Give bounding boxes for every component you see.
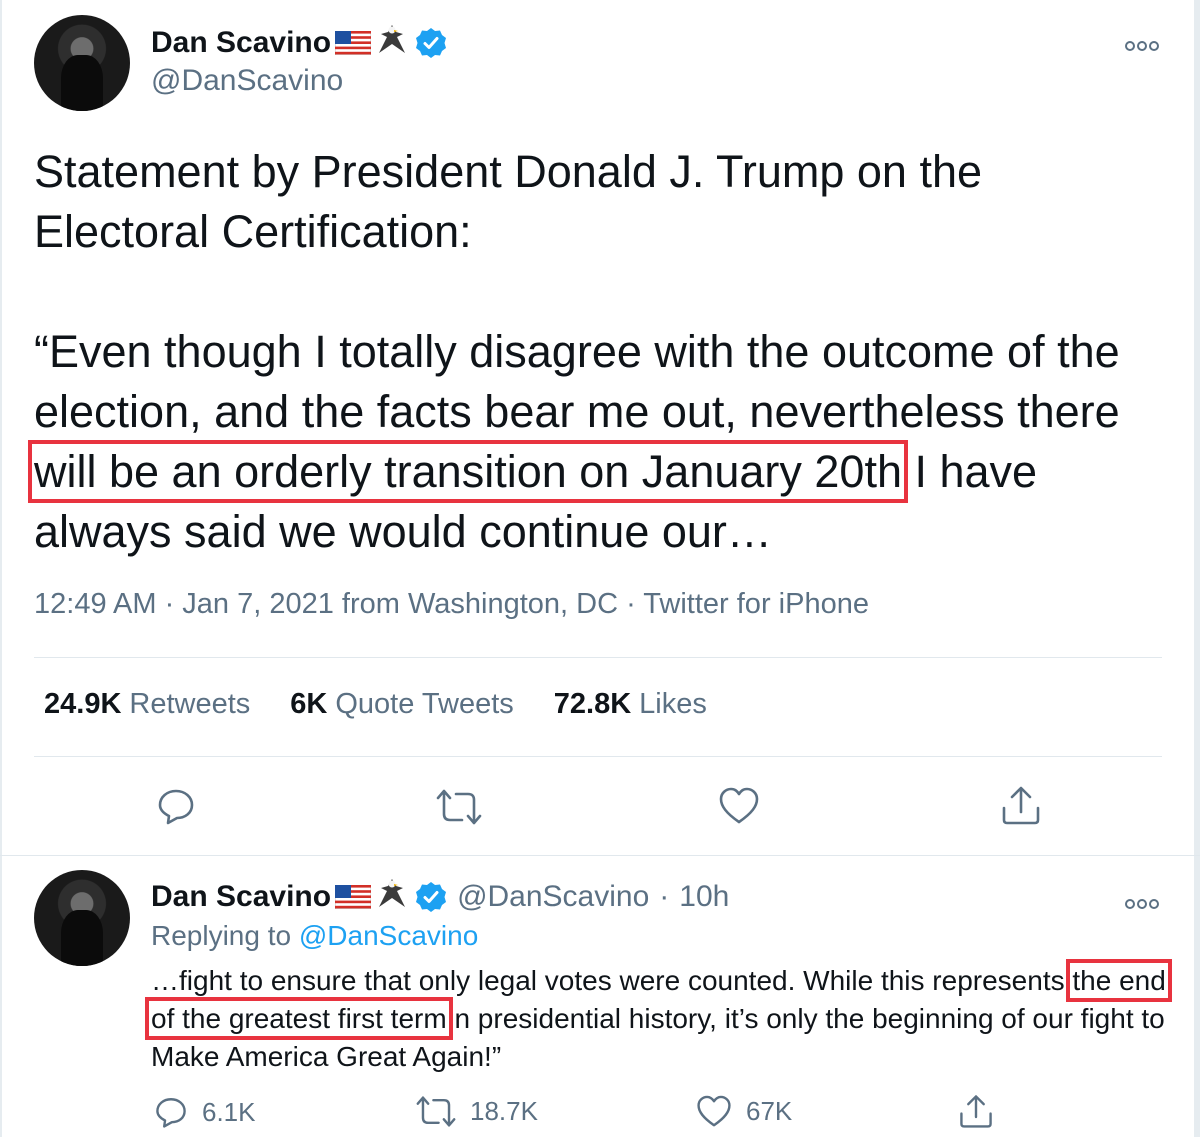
reply-text-part1: …fight to ensure that only legal votes w… — [151, 965, 1073, 996]
avatar[interactable] — [34, 15, 130, 111]
retweets-stat[interactable]: 24.9K Retweets — [44, 688, 250, 721]
verified-badge-icon — [415, 881, 447, 913]
reply-like-action[interactable]: 67K — [696, 1095, 792, 1128]
quote-tweets-label: Quote Tweets — [335, 688, 514, 720]
highlighted-phrase: will be an orderly transition on January… — [28, 440, 908, 503]
divider — [34, 756, 1162, 757]
more-options-icon[interactable] — [1124, 28, 1160, 59]
more-options-icon[interactable] — [1124, 886, 1160, 917]
tweet-text-part1: Statement by President Donald J. Trump o… — [34, 146, 1120, 437]
retweets-count: 24.9K — [44, 688, 122, 720]
retweet-icon — [416, 1096, 456, 1127]
likes-label: Likes — [639, 688, 707, 720]
reply-comment-action[interactable]: 6.1K — [154, 1095, 256, 1129]
us-flag-emoji — [334, 884, 372, 909]
quote-tweets-stat[interactable]: 6K Quote Tweets — [290, 688, 513, 721]
left-edge — [0, 0, 2, 1137]
avatar[interactable] — [34, 870, 130, 966]
retweet-icon[interactable] — [436, 788, 482, 826]
reply-share-action[interactable] — [958, 1093, 994, 1129]
share-icon[interactable] — [1000, 784, 1042, 826]
replying-to: Replying to @DanScavino — [151, 920, 478, 952]
replying-prefix: Replying to — [151, 920, 292, 951]
reply-header[interactable]: Dan Scavino @DanScavino · 10h — [151, 876, 729, 917]
replies-count: 6.1K — [202, 1096, 256, 1127]
tweet-timestamp[interactable]: 12:49 AM · Jan 7, 2021 from Washington, … — [34, 588, 869, 621]
author-handle[interactable]: @DanScavino — [151, 64, 343, 98]
tweet-text: Statement by President Donald J. Trump o… — [28, 142, 1164, 562]
reply-icon — [156, 1098, 186, 1128]
tweet-separator — [0, 855, 1200, 856]
likes-count: 72.8K — [553, 688, 632, 720]
verified-badge-icon — [415, 27, 447, 59]
reply-text: …fight to ensure that only legal votes w… — [145, 959, 1172, 1076]
author-name-row[interactable]: Dan Scavino — [151, 22, 447, 63]
dot-separator: · — [659, 879, 670, 913]
reply-author-handle[interactable]: @DanScavino — [457, 880, 649, 914]
reply-author-name[interactable]: Dan Scavino — [151, 880, 331, 914]
us-flag-emoji — [334, 30, 372, 55]
eagle-emoji — [375, 876, 409, 917]
heart-icon[interactable] — [718, 787, 760, 825]
reply-likes-count: 67K — [746, 1096, 793, 1126]
heart-icon — [697, 1095, 731, 1127]
right-edge — [1194, 0, 1200, 1137]
likes-stat[interactable]: 72.8K Likes — [554, 688, 707, 721]
tweet-stats: 24.9K Retweets 6K Quote Tweets 72.8K Likes — [44, 688, 707, 721]
replying-to-link[interactable]: @DanScavino — [299, 920, 478, 951]
retweets-label: Retweets — [129, 688, 251, 720]
reply-retweet-action[interactable]: 18.7K — [416, 1095, 538, 1128]
reply-retweets-count: 18.7K — [470, 1096, 538, 1126]
reply-time[interactable]: 10h — [679, 880, 729, 914]
author-name[interactable]: Dan Scavino — [151, 26, 331, 60]
reply-icon[interactable] — [156, 786, 196, 826]
share-icon — [960, 1095, 992, 1128]
eagle-emoji — [375, 22, 409, 63]
divider — [34, 657, 1162, 658]
quote-tweets-count: 6K — [290, 688, 328, 720]
